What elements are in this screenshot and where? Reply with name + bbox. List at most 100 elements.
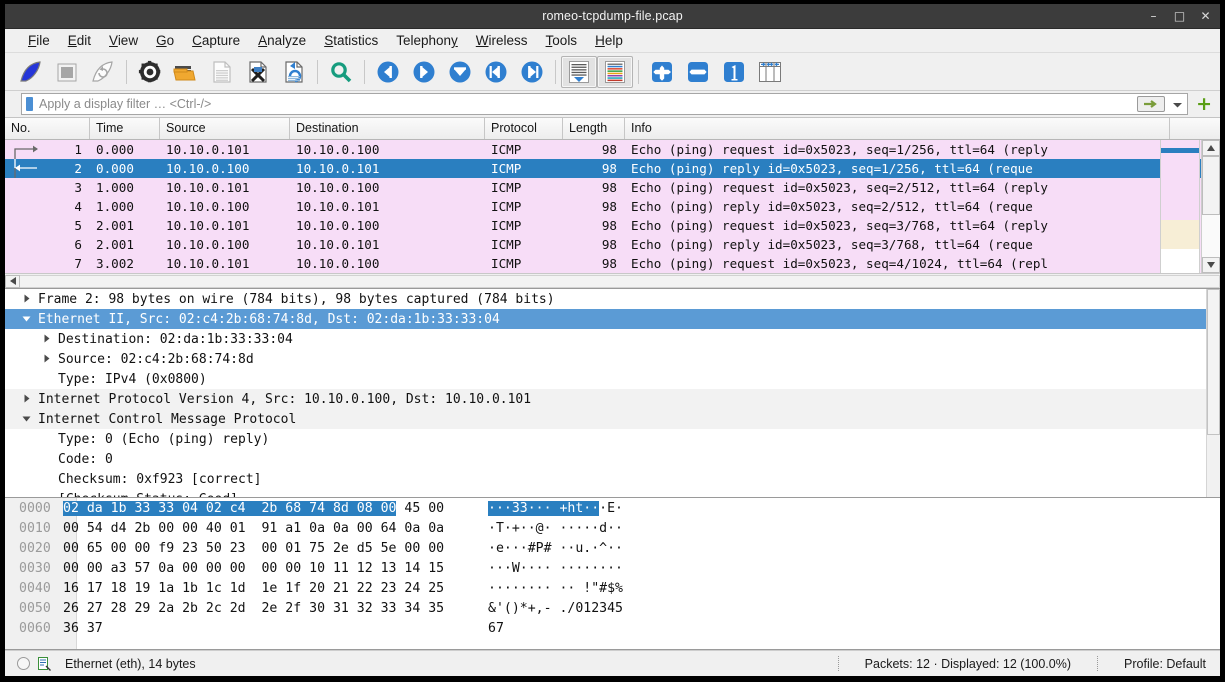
packet-row[interactable]: 3 1.000 10.10.0.101 10.10.0.100 ICMP 98 Echo (… <box>5 178 1220 197</box>
packet-row[interactable]: 4 1.000 10.10.0.100 10.10.0.101 ICMP 98 Echo (… <box>5 197 1220 216</box>
add-filter-button[interactable]: + <box>1194 94 1214 114</box>
detail-tree-row[interactable]: Checksum: 0xf923 [correct] <box>5 469 1220 489</box>
detail-tree-row[interactable]: Destination: 02:da:1b:33:33:04 <box>5 329 1220 349</box>
detail-tree-row[interactable]: Ethernet II, Src: 02:c4:2b:68:74:8d, Dst… <box>5 309 1220 329</box>
twisty-collapsed-icon[interactable] <box>39 354 53 365</box>
detail-tree-row[interactable]: Type: 0 (Echo (ping) reply) <box>5 429 1220 449</box>
scroll-down-button[interactable] <box>1202 257 1220 273</box>
packet-row[interactable]: 2 0.000 10.10.0.100 10.10.0.101 ICMP 98 Echo (… <box>5 159 1220 178</box>
packet-details-scrollbar[interactable] <box>1206 289 1220 497</box>
packet-row[interactable]: 6 2.001 10.10.0.100 10.10.0.101 ICMP 98 Echo (… <box>5 235 1220 254</box>
close-file-button[interactable] <box>240 56 276 88</box>
packet-bytes-pane[interactable]: 0000 02 da 1b 33 33 04 02 c4 2b 68 74 8d … <box>5 498 1220 650</box>
filter-history-dropdown[interactable] <box>1171 95 1184 113</box>
column-header-info[interactable]: Info <box>625 118 1170 139</box>
hexdump-row[interactable]: 0020 00 65 00 00 f9 23 50 23 00 01 75 2e … <box>5 538 1220 558</box>
hexdump-row[interactable]: 0060 36 37 67 <box>5 618 1220 638</box>
go-first-packet-button[interactable] <box>478 56 514 88</box>
detail-tree-row[interactable]: Frame 2: 98 bytes on wire (784 bits), 98… <box>5 289 1220 309</box>
twisty-expanded-icon[interactable] <box>19 314 33 325</box>
column-header-no[interactable]: No. <box>5 118 90 139</box>
go-forward-button[interactable] <box>406 56 442 88</box>
menu-edit[interactable]: Edit <box>59 31 100 50</box>
packet-details-pane[interactable]: Frame 2: 98 bytes on wire (784 bits), 98… <box>5 289 1220 498</box>
packet-list-body[interactable]: 1 0.000 10.10.0.101 10.10.0.100 ICMP 98 Echo (… <box>5 140 1220 273</box>
hexdump-row[interactable]: 0030 00 00 a3 57 0a 00 00 00 00 00 10 11 … <box>5 558 1220 578</box>
display-filter-input[interactable]: Apply a display filter … <Ctrl-/> <box>21 93 1189 115</box>
menu-statistics[interactable]: Statistics <box>315 31 387 50</box>
column-header-length[interactable]: Length <box>563 118 625 139</box>
maximize-button[interactable]: □ <box>1173 10 1186 22</box>
menu-analyze[interactable]: Analyze <box>249 31 315 50</box>
open-file-button[interactable] <box>168 56 204 88</box>
menu-capture[interactable]: Capture <box>183 31 249 50</box>
detail-tree-row[interactable]: Internet Control Message Protocol <box>5 409 1220 429</box>
menu-tools[interactable]: Tools <box>537 31 587 50</box>
details-scrollbar-thumb[interactable] <box>1207 289 1220 435</box>
scrollbar-thumb[interactable] <box>1202 156 1220 215</box>
hexdump-row[interactable]: 0010 00 54 d4 2b 00 00 40 01 91 a1 0a 0a … <box>5 518 1220 538</box>
twisty-collapsed-icon[interactable] <box>39 334 53 345</box>
packet-list-scrollbar[interactable] <box>1201 140 1220 273</box>
column-header-destination[interactable]: Destination <box>290 118 485 139</box>
go-back-button[interactable] <box>370 56 406 88</box>
packet-cell-destination: 10.10.0.100 <box>296 218 380 233</box>
capture-options-button[interactable] <box>132 56 168 88</box>
menu-go[interactable]: Go <box>147 31 183 50</box>
column-header-protocol[interactable]: Protocol <box>485 118 563 139</box>
capture-status-icon[interactable] <box>17 657 30 670</box>
scroll-up-button[interactable] <box>1202 140 1220 156</box>
close-button[interactable]: ✕ <box>1199 10 1212 22</box>
find-packet-button[interactable] <box>323 56 359 88</box>
column-header-source[interactable]: Source <box>160 118 290 139</box>
detail-tree-row[interactable]: Internet Protocol Version 4, Src: 10.10.… <box>5 389 1220 409</box>
hscroll-left-button[interactable] <box>5 274 20 288</box>
packet-cell-source: 10.10.0.100 <box>166 161 250 176</box>
scrollbar-track[interactable] <box>1202 156 1220 257</box>
auto-scroll-button[interactable] <box>561 55 597 88</box>
twisty-collapsed-icon[interactable] <box>19 294 33 305</box>
packet-cell-length: 98 <box>601 218 617 233</box>
detail-tree-row[interactable]: Source: 02:c4:2b:68:74:8d <box>5 349 1220 369</box>
twisty-collapsed-icon[interactable] <box>19 394 33 405</box>
zoom-out-button[interactable] <box>680 56 716 88</box>
detail-tree-row[interactable]: Code: 0 <box>5 449 1220 469</box>
packet-list-hscrollbar[interactable] <box>5 273 1220 288</box>
hexdump-ascii-selected: ···33··· +ht·· <box>488 500 600 516</box>
hexdump-row[interactable]: 0040 16 17 18 19 1a 1b 1c 1d 1e 1f 20 21 … <box>5 578 1220 598</box>
packet-row[interactable]: 1 0.000 10.10.0.101 10.10.0.100 ICMP 98 Echo (… <box>5 140 1220 159</box>
menu-help[interactable]: Help <box>586 31 632 50</box>
menu-telephony[interactable]: Telephony <box>387 31 467 50</box>
minimize-button[interactable]: – <box>1147 10 1160 22</box>
hexdump-hex-rest: 00 65 00 00 f9 23 50 23 00 01 75 2e d5 5… <box>63 540 445 556</box>
hscroll-track[interactable] <box>20 274 1220 288</box>
apply-filter-button[interactable] <box>1137 96 1166 112</box>
zoom-in-icon <box>652 61 672 82</box>
hexdump-row[interactable]: 0050 26 27 28 29 2a 2b 2c 2d 2e 2f 30 31 … <box>5 598 1220 618</box>
menu-wireless[interactable]: Wireless <box>467 31 537 50</box>
hexdump-row[interactable]: 0000 02 da 1b 33 33 04 02 c4 2b 68 74 8d … <box>5 498 1220 518</box>
zoom-reset-button[interactable] <box>716 56 752 88</box>
filter-bookmark-icon[interactable] <box>26 97 33 111</box>
restart-capture-button <box>85 56 121 88</box>
menu-view[interactable]: View <box>100 31 147 50</box>
start-capture-button[interactable] <box>13 56 49 88</box>
packet-cell-destination: 10.10.0.100 <box>296 142 380 157</box>
capture-comment-icon[interactable] <box>38 656 51 671</box>
packet-cell-protocol: ICMP <box>491 161 522 176</box>
go-to-packet-button[interactable] <box>442 56 478 88</box>
packet-row[interactable]: 7 3.002 10.10.0.101 10.10.0.100 ICMP 98 Echo (… <box>5 254 1220 273</box>
detail-tree-row[interactable]: [Checksum Status: Good] <box>5 489 1220 498</box>
profile-label[interactable]: Profile: Default <box>1098 657 1220 671</box>
go-last-packet-button[interactable] <box>514 56 550 88</box>
packet-row[interactable]: 5 2.001 10.10.0.101 10.10.0.100 ICMP 98 Echo (… <box>5 216 1220 235</box>
packet-cell-time: 1.000 <box>96 199 134 214</box>
colorize-packets-button[interactable] <box>597 55 633 88</box>
twisty-expanded-icon[interactable] <box>19 414 33 425</box>
zoom-in-button[interactable] <box>644 56 680 88</box>
resize-columns-button[interactable] <box>752 56 788 88</box>
menu-file[interactable]: File <box>19 31 59 50</box>
column-header-time[interactable]: Time <box>90 118 160 139</box>
reload-file-button[interactable] <box>276 56 312 88</box>
detail-tree-row[interactable]: Type: IPv4 (0x0800) <box>5 369 1220 389</box>
